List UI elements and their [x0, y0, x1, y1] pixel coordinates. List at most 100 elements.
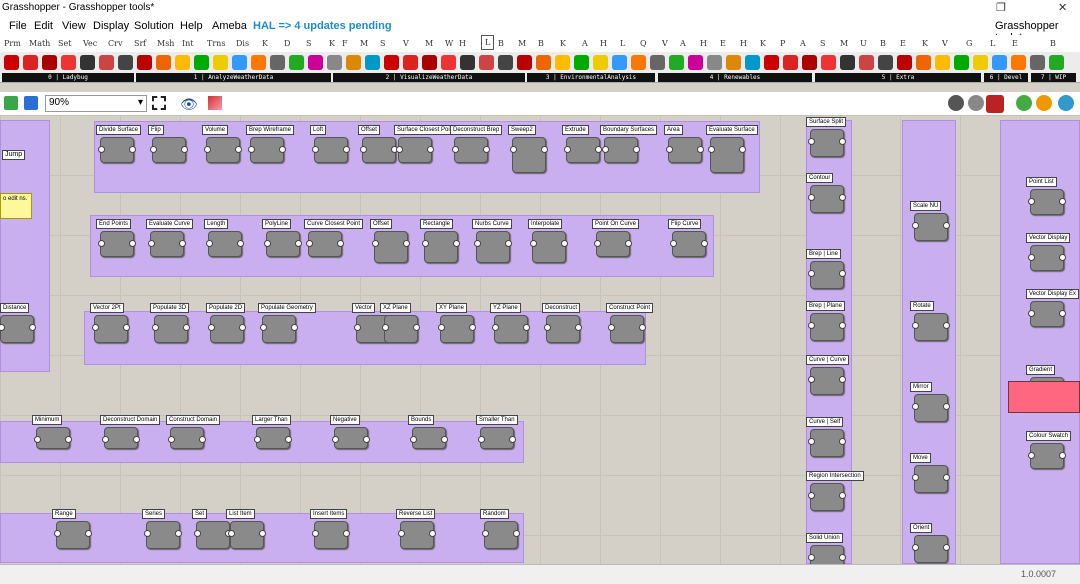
ribbon-icon-18[interactable] [346, 55, 361, 70]
r4-comp-5[interactable] [410, 427, 448, 449]
ribbon-icon-21[interactable] [403, 55, 418, 70]
hal-updates-link[interactable]: HAL => 4 updates pending [253, 20, 392, 32]
tab-10[interactable]: K [262, 39, 268, 48]
r1-comp-9[interactable] [564, 137, 602, 163]
preview-wire-icon[interactable] [948, 95, 964, 111]
r1-comp-3[interactable] [248, 137, 286, 163]
r3-comp-0[interactable] [92, 315, 130, 343]
tab-33[interactable]: E [720, 39, 726, 48]
ribbon-section-7[interactable]: 7 | WIP [1031, 73, 1076, 82]
tab-16[interactable]: S [380, 39, 385, 48]
ribbon-icon-23[interactable] [441, 55, 456, 70]
r3-comp-10[interactable] [0, 315, 36, 343]
ribbon-icon-0[interactable] [4, 55, 19, 70]
preview-settings-icon[interactable] [1036, 95, 1052, 111]
ribbon-icon-29[interactable] [555, 55, 570, 70]
r1-comp-8[interactable] [510, 137, 548, 173]
note-panel[interactable]: o edit ns. [0, 193, 32, 219]
c1-comp-7[interactable] [808, 545, 846, 564]
tab-20[interactable]: H [459, 39, 466, 48]
c2-comp-0[interactable] [912, 213, 950, 241]
ribbon-icon-8[interactable] [156, 55, 171, 70]
ribbon-icon-33[interactable] [631, 55, 646, 70]
tab-27[interactable]: H [600, 39, 607, 48]
ribbon-icon-55[interactable] [1049, 55, 1064, 70]
c1-comp-2[interactable] [808, 261, 846, 289]
ribbon-icon-37[interactable] [707, 55, 722, 70]
tab-24[interactable]: B [538, 39, 544, 48]
r3-comp-6[interactable] [438, 315, 476, 343]
ribbon-icon-1[interactable] [23, 55, 38, 70]
tab-47[interactable]: E [1012, 39, 1018, 48]
ribbon-icon-42[interactable] [802, 55, 817, 70]
ribbon-icon-43[interactable] [821, 55, 836, 70]
menu-file[interactable]: File [9, 20, 27, 32]
tab-45[interactable]: G [966, 39, 972, 48]
ribbon-icon-25[interactable] [479, 55, 494, 70]
menu-view[interactable]: View [62, 20, 86, 32]
r2-comp-5[interactable] [372, 231, 410, 263]
tab-31[interactable]: A [680, 39, 686, 48]
r4-comp-1[interactable] [102, 427, 140, 449]
ribbon-icon-39[interactable] [745, 55, 760, 70]
ribbon-icon-36[interactable] [688, 55, 703, 70]
restore-icon[interactable]: ❐ [996, 1, 1006, 14]
tab-9[interactable]: Dis [236, 39, 249, 48]
ribbon-icon-3[interactable] [61, 55, 76, 70]
tab-25[interactable]: K [560, 39, 566, 48]
ribbon-icon-9[interactable] [175, 55, 190, 70]
tab-34[interactable]: H [740, 39, 747, 48]
r5-comp-1[interactable] [144, 521, 182, 549]
r5-comp-6[interactable] [482, 521, 520, 549]
ribbon-icon-13[interactable] [251, 55, 266, 70]
r3-comp-7[interactable] [492, 315, 530, 343]
tab-21[interactable]: L [481, 35, 495, 50]
ribbon-icon-48[interactable] [916, 55, 931, 70]
r2-comp-8[interactable] [530, 231, 568, 263]
tab-7[interactable]: Int [182, 39, 194, 48]
tab-48[interactable]: B [1050, 39, 1056, 48]
ribbon-icon-31[interactable] [593, 55, 608, 70]
preview-hide-icon[interactable] [968, 95, 984, 111]
ribbon-icon-22[interactable] [422, 55, 437, 70]
ribbon-icon-16[interactable] [308, 55, 323, 70]
r3-comp-2[interactable] [208, 315, 246, 343]
tab-13[interactable]: K [329, 39, 335, 48]
r5-comp-0[interactable] [54, 521, 92, 549]
ribbon-icon-20[interactable] [384, 55, 399, 70]
tab-23[interactable]: M [518, 39, 526, 48]
menu-solution[interactable]: Solution [134, 20, 174, 32]
ribbon-icon-46[interactable] [878, 55, 893, 70]
c3-comp-1[interactable] [1028, 245, 1066, 271]
tab-36[interactable]: P [780, 39, 785, 48]
ribbon-icon-17[interactable] [327, 55, 342, 70]
tab-38[interactable]: S [820, 39, 825, 48]
menu-edit[interactable]: Edit [34, 20, 53, 32]
ribbon-icon-6[interactable] [118, 55, 133, 70]
r1-comp-1[interactable] [150, 137, 188, 163]
tab-18[interactable]: M [425, 39, 433, 48]
ribbon-icon-41[interactable] [783, 55, 798, 70]
r3-comp-3[interactable] [260, 315, 298, 343]
r2-comp-9[interactable] [594, 231, 632, 257]
c3-comp-2[interactable] [1028, 301, 1066, 327]
ribbon-icon-50[interactable] [954, 55, 969, 70]
c1-comp-6[interactable] [808, 483, 846, 511]
ribbon-icon-52[interactable] [992, 55, 1007, 70]
r2-comp-0[interactable] [98, 231, 136, 257]
r5-comp-2[interactable] [194, 521, 232, 549]
ribbon-section-6[interactable]: 6 | Devel [984, 73, 1028, 82]
ribbon-icon-30[interactable] [574, 55, 589, 70]
ribbon-icon-38[interactable] [726, 55, 741, 70]
menu-ameba[interactable]: Ameba [212, 20, 247, 32]
r2-comp-7[interactable] [474, 231, 512, 263]
ribbon-icon-45[interactable] [859, 55, 874, 70]
ribbon-section-3[interactable]: 3 | EnvironmentalAnalysis [527, 73, 655, 82]
tab-15[interactable]: M [360, 39, 368, 48]
r1-comp-12[interactable] [708, 137, 746, 173]
c3-comp-4[interactable] [1028, 443, 1066, 469]
tab-43[interactable]: K [922, 39, 928, 48]
tab-17[interactable]: V [403, 39, 409, 48]
tab-28[interactable]: L [620, 39, 625, 48]
ribbon-section-4[interactable]: 4 | Renewables [658, 73, 812, 82]
